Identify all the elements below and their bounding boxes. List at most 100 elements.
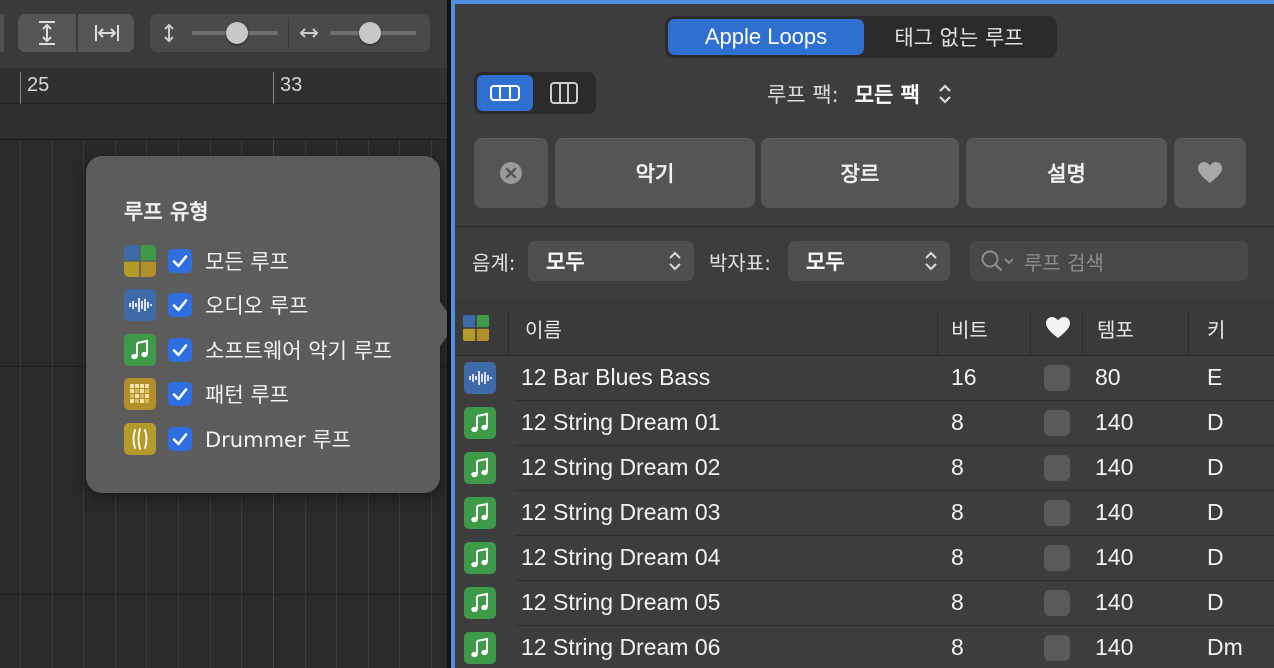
descriptor-filter-button[interactable]: 설명 [966, 138, 1167, 208]
button-view-icon [490, 85, 520, 101]
results-table-header: 이름 비트 템포 키 [455, 300, 1274, 356]
checkbox-checked[interactable] [168, 293, 192, 317]
table-row[interactable]: 12 String Dream 01 8 140 D [455, 401, 1274, 446]
heart-icon [1198, 162, 1222, 183]
bar-ruler[interactable]: 25 33 [0, 68, 447, 104]
checkbox-checked[interactable] [168, 249, 192, 273]
fit-vertical-button[interactable] [18, 20, 76, 46]
loop-type-popover: 루프 유형 모든 루프 오디오 루프 소프트웨어 악기 루프 패턴 루프 Dru… [86, 156, 447, 493]
loop-name: 12 String Dream 01 [521, 409, 721, 435]
table-row[interactable]: 12 String Dream 04 8 140 D [455, 536, 1274, 581]
column-favorites[interactable] [1045, 300, 1071, 356]
loop-key: D [1207, 544, 1224, 570]
loop-tempo: 140 [1095, 409, 1134, 435]
favorite-checkbox[interactable] [1044, 410, 1070, 436]
column-key[interactable]: 키 [1207, 300, 1225, 356]
column-view-button[interactable] [536, 75, 592, 111]
music-note-icon [124, 334, 156, 366]
favorite-checkbox[interactable] [1044, 455, 1070, 481]
instrument-filter-button[interactable]: 악기 [555, 138, 755, 208]
loop-tempo: 140 [1095, 634, 1134, 660]
loop-beats: 8 [951, 544, 964, 570]
table-row[interactable]: 12 Bar Blues Bass 16 80 E [455, 356, 1274, 401]
loop-search-field[interactable]: 루프 검색 [970, 241, 1248, 281]
music-note-icon [464, 587, 496, 619]
pattern-grid-icon [124, 378, 156, 410]
column-tempo[interactable]: 템포 [1097, 300, 1134, 356]
loop-type-label: Drummer 루프 [205, 428, 351, 452]
loop-key: D [1207, 589, 1224, 615]
chevron-up-down-icon [925, 251, 937, 271]
drummer-icon [124, 423, 156, 455]
column-name[interactable]: 이름 [525, 300, 562, 356]
favorite-checkbox[interactable] [1044, 590, 1070, 616]
table-row[interactable]: 12 String Dream 05 8 140 D [455, 581, 1274, 626]
checkmark-icon [172, 255, 188, 268]
loop-key: E [1207, 364, 1223, 390]
audio-waveform-icon [124, 289, 156, 321]
fit-horizontal-button[interactable] [78, 20, 136, 46]
vertical-zoom-slider-knob[interactable] [226, 22, 248, 44]
favorite-checkbox[interactable] [1044, 500, 1070, 526]
loop-tempo: 140 [1095, 454, 1134, 480]
music-note-icon [464, 632, 496, 664]
loop-type-label: 오디오 루프 [205, 294, 309, 318]
loop-name: 12 String Dream 04 [521, 544, 721, 570]
table-row[interactable]: 12 String Dream 06 8 140 Dm [455, 626, 1274, 668]
all-loops-icon [463, 315, 489, 341]
loop-name: 12 Bar Blues Bass [521, 364, 711, 390]
loop-beats: 8 [951, 499, 964, 525]
loop-key: Dm [1207, 634, 1243, 660]
chevron-up-down-icon [939, 84, 951, 104]
loop-type-all[interactable]: 모든 루프 [124, 244, 289, 278]
loop-tempo: 80 [1095, 364, 1121, 390]
loop-beats: 8 [951, 589, 964, 615]
loop-browser: Apple Loops 태그 없는 루프 루프 팩: 모든 팩 악기 장르 설명… [451, 0, 1274, 668]
reset-filter-button[interactable] [474, 138, 548, 208]
genre-filter-button[interactable]: 장르 [761, 138, 959, 208]
music-note-icon [464, 542, 496, 574]
checkbox-checked[interactable] [168, 338, 192, 362]
music-note-icon [464, 497, 496, 529]
column-beats[interactable]: 비트 [951, 300, 988, 356]
time-signature-popup[interactable]: 모두 [788, 241, 950, 281]
ruler-bar-label: 25 [27, 74, 50, 96]
loop-beats: 8 [951, 454, 964, 480]
table-row[interactable]: 12 String Dream 02 8 140 D [455, 446, 1274, 491]
view-mode-toggle [474, 72, 596, 114]
favorites-filter-button[interactable] [1174, 138, 1246, 208]
loop-type-software-instrument[interactable]: 소프트웨어 악기 루프 [124, 333, 392, 367]
time-signature-label: 박자표: [709, 251, 771, 275]
favorite-checkbox[interactable] [1044, 635, 1070, 661]
scale-popup[interactable]: 모두 [528, 241, 694, 281]
scale-value: 모두 [546, 250, 585, 274]
horizontal-zoom-slider-knob[interactable] [359, 22, 381, 44]
music-note-icon [464, 452, 496, 484]
column-view-icon [550, 82, 578, 104]
checkmark-icon [172, 344, 188, 357]
column-loop-type[interactable] [463, 300, 489, 356]
tracks-toolbar [0, 0, 447, 68]
tracks-area: 25 33 루프 유형 모든 루프 오디오 루프 소프트웨어 악기 루프 패턴 … [0, 0, 447, 668]
sub-ruler [0, 104, 447, 140]
checkbox-checked[interactable] [168, 427, 192, 451]
favorite-checkbox[interactable] [1044, 545, 1070, 571]
loop-beats: 8 [951, 409, 964, 435]
favorite-checkbox[interactable] [1044, 365, 1070, 391]
loop-pack-selector[interactable]: 루프 팩: 모든 팩 [767, 78, 952, 110]
checkbox-checked[interactable] [168, 382, 192, 406]
tab-apple-loops[interactable]: Apple Loops [668, 19, 864, 55]
chevron-up-down-icon [669, 251, 681, 271]
loop-type-audio[interactable]: 오디오 루프 [124, 288, 308, 322]
button-view-button[interactable] [477, 75, 533, 111]
loop-source-tabs: Apple Loops 태그 없는 루프 [665, 16, 1057, 58]
loop-pack-value: 모든 팩 [854, 83, 920, 107]
audio-waveform-icon [464, 362, 496, 394]
loop-type-pattern[interactable]: 패턴 루프 [124, 377, 289, 411]
loop-type-drummer[interactable]: Drummer 루프 [124, 422, 351, 456]
loop-tempo: 140 [1095, 544, 1134, 570]
tab-untagged-loops[interactable]: 태그 없는 루프 [864, 19, 1054, 55]
loop-type-label: 소프트웨어 악기 루프 [205, 339, 393, 363]
table-row[interactable]: 12 String Dream 03 8 140 D [455, 491, 1274, 536]
loop-beats: 8 [951, 634, 964, 660]
